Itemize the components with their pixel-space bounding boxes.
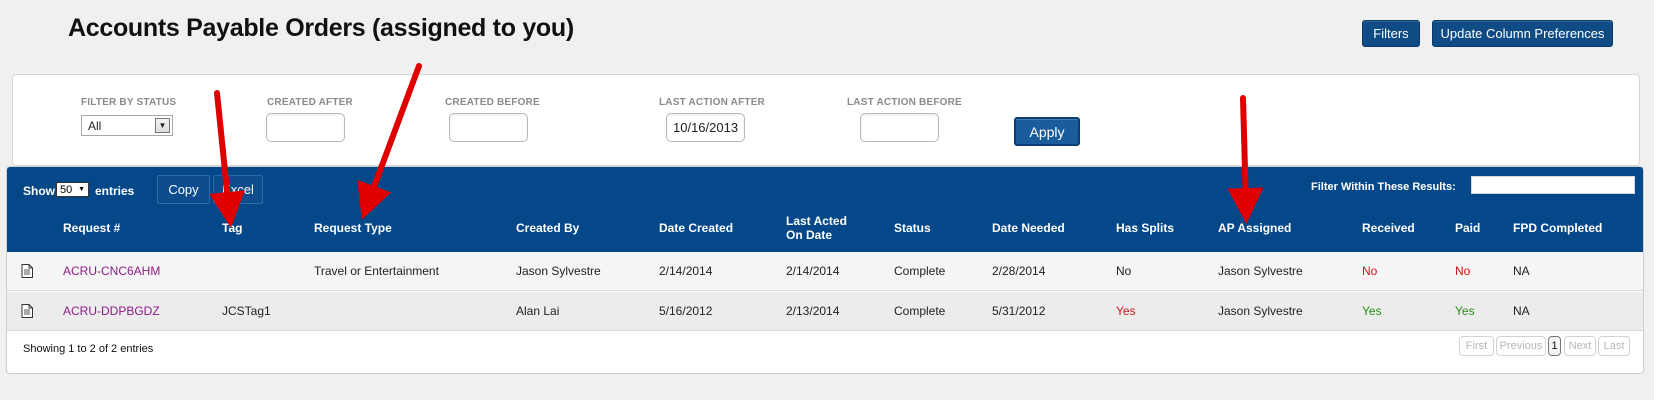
cell-fpd-completed: NA: [1513, 264, 1530, 278]
cell-has-splits: No: [1116, 264, 1132, 278]
cell-paid: Yes: [1455, 304, 1475, 318]
column-header-received[interactable]: Received: [1362, 212, 1415, 244]
created-before-input[interactable]: [449, 113, 528, 142]
filters-button[interactable]: Filters: [1362, 20, 1420, 47]
column-header-ap-assigned[interactable]: AP Assigned: [1218, 212, 1291, 244]
pagination-page-1[interactable]: 1: [1548, 336, 1561, 356]
cell-paid: No: [1455, 264, 1471, 278]
filter-panel: FILTER BY STATUS All ▼ CREATED AFTER CRE…: [12, 74, 1640, 166]
request-link[interactable]: ACRU-CNC6AHM: [63, 252, 160, 290]
column-header-fpd-completed[interactable]: FPD Completed: [1513, 212, 1602, 244]
filter-within-label: Filter Within These Results:: [1311, 181, 1456, 193]
filter-within-input[interactable]: [1471, 176, 1635, 194]
column-header-status[interactable]: Status: [894, 212, 931, 244]
apply-button[interactable]: Apply: [1014, 117, 1080, 146]
created-after-input[interactable]: [266, 113, 345, 142]
pagination-last[interactable]: Last: [1598, 336, 1630, 356]
last-action-after-label: LAST ACTION AFTER: [659, 97, 765, 108]
table-row: ACRU-DDPBGDZ JCSTag1 Alan Lai 5/16/2012 …: [7, 292, 1643, 331]
cell-date-needed: 5/31/2012: [992, 304, 1046, 318]
cell-date-needed: 2/28/2014: [992, 264, 1046, 278]
cell-received: Yes: [1362, 304, 1382, 318]
entries-per-page-value: 50: [60, 183, 73, 196]
document-icon[interactable]: [21, 264, 33, 278]
column-header-date-needed[interactable]: Date Needed: [992, 212, 1065, 244]
status-select[interactable]: All ▼: [81, 115, 173, 136]
table-info: Showing 1 to 2 of 2 entries: [23, 343, 154, 355]
table-row: ACRU-CNC6AHM Travel or Entertainment Jas…: [7, 252, 1643, 291]
pagination-first[interactable]: First: [1459, 336, 1494, 356]
cell-ap-assigned: Jason Sylvestre: [1218, 304, 1303, 318]
pagination-next[interactable]: Next: [1564, 336, 1596, 356]
copy-button[interactable]: Copy: [157, 175, 210, 204]
last-action-before-input[interactable]: [860, 113, 939, 142]
entries-label: entries: [95, 184, 135, 198]
request-link[interactable]: ACRU-DDPBGDZ: [63, 292, 160, 330]
cell-created-by: Jason Sylvestre: [516, 264, 601, 278]
cell-last-acted: 2/14/2014: [786, 264, 840, 278]
pagination-previous[interactable]: Previous: [1496, 336, 1546, 356]
cell-status: Complete: [894, 264, 946, 278]
cell-created-by: Alan Lai: [516, 304, 560, 318]
cell-fpd-completed: NA: [1513, 304, 1530, 318]
column-header-request-type[interactable]: Request Type: [314, 212, 392, 244]
document-icon[interactable]: [21, 304, 33, 318]
cell-has-splits: Yes: [1116, 304, 1136, 318]
cell-received: No: [1362, 264, 1378, 278]
created-after-label: CREATED AFTER: [267, 97, 353, 108]
last-action-before-label: LAST ACTION BEFORE: [847, 97, 962, 108]
excel-button[interactable]: Excel: [213, 175, 263, 204]
cell-date-created: 2/14/2014: [659, 264, 713, 278]
column-header-created-by[interactable]: Created By: [516, 212, 579, 244]
status-select-value: All: [88, 118, 102, 133]
cell-status: Complete: [894, 304, 946, 318]
filter-status-label: FILTER BY STATUS: [81, 97, 177, 108]
results-table: Show 50 ▼ entries Copy Excel Filter With…: [6, 166, 1644, 374]
entries-per-page-select[interactable]: 50 ▼: [56, 182, 89, 197]
column-header-has-splits[interactable]: Has Splits: [1116, 212, 1174, 244]
page-title: Accounts Payable Orders (assigned to you…: [68, 14, 574, 42]
update-column-preferences-button[interactable]: Update Column Preferences: [1432, 20, 1613, 47]
column-header-date-created[interactable]: Date Created: [659, 212, 733, 244]
chevron-down-icon: ▼: [155, 118, 170, 133]
caret-down-icon: ▼: [78, 186, 85, 193]
column-header-last-acted[interactable]: Last Acted On Date: [786, 212, 866, 244]
cell-ap-assigned: Jason Sylvestre: [1218, 264, 1303, 278]
show-label: Show: [23, 184, 55, 198]
cell-tag: JCSTag1: [222, 304, 271, 318]
cell-last-acted: 2/13/2014: [786, 304, 840, 318]
table-header-bar: Show 50 ▼ entries Copy Excel Filter With…: [7, 167, 1643, 252]
cell-request-type: Travel or Entertainment: [314, 264, 439, 278]
column-header-paid[interactable]: Paid: [1455, 212, 1480, 244]
last-action-after-input[interactable]: 10/16/2013: [666, 113, 745, 142]
column-header-tag[interactable]: Tag: [222, 212, 242, 244]
cell-date-created: 5/16/2012: [659, 304, 713, 318]
created-before-label: CREATED BEFORE: [445, 97, 540, 108]
column-header-request[interactable]: Request #: [63, 212, 120, 244]
